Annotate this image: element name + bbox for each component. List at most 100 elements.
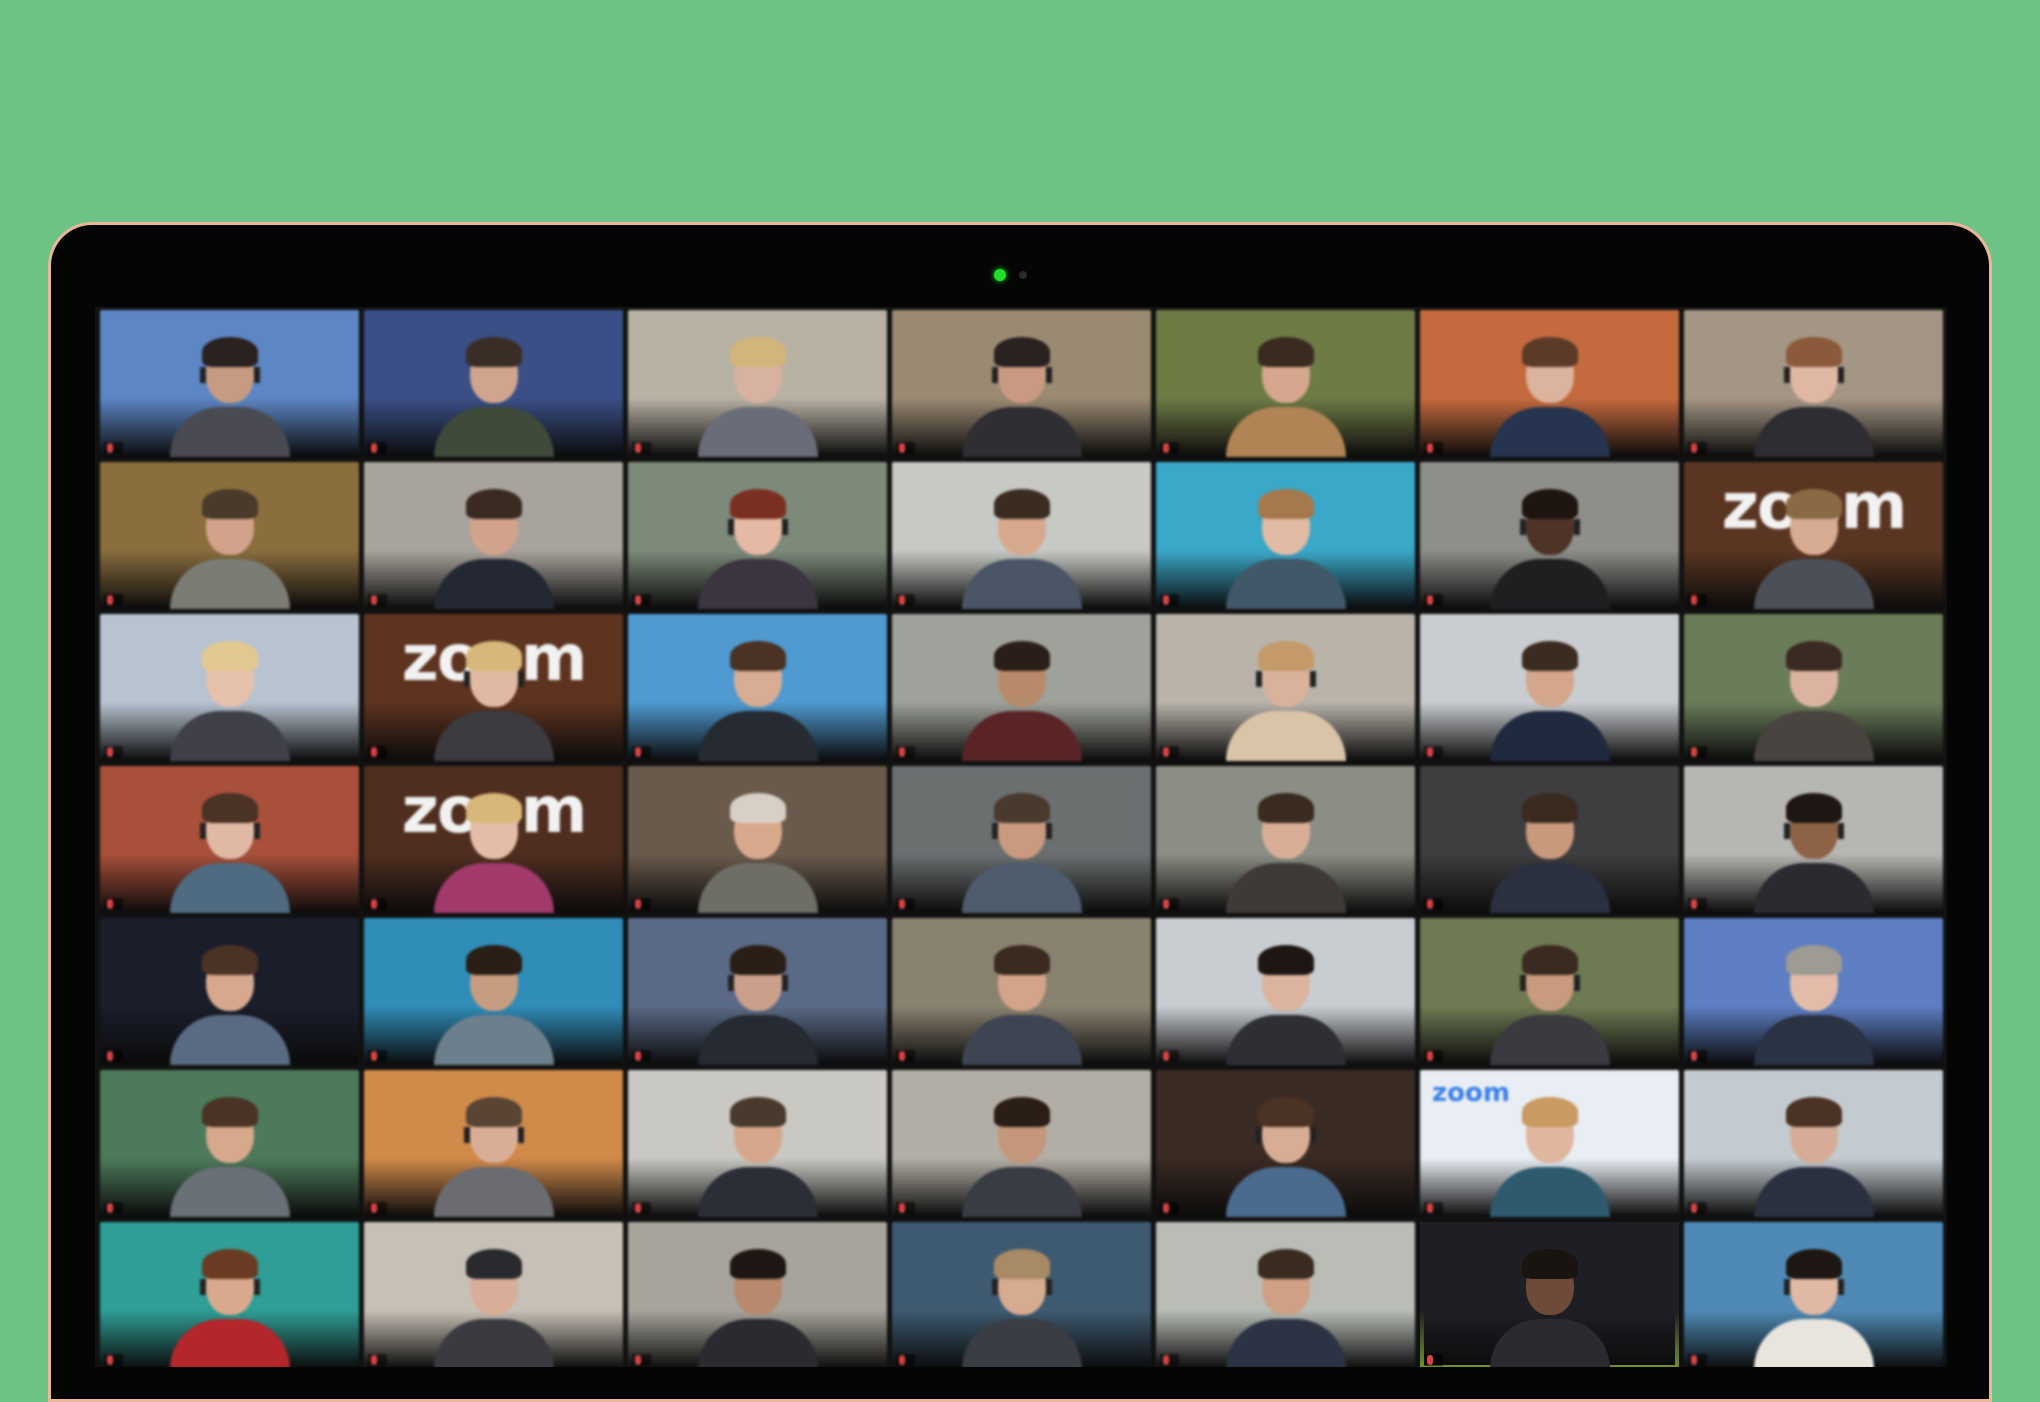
participant-name-label [104,594,123,606]
participant-video-tile[interactable] [892,310,1151,457]
participant-video-tile[interactable] [628,614,887,761]
headset-icon [463,671,524,687]
participant-video-tile[interactable] [100,918,359,1065]
muted-mic-icon [107,1203,113,1213]
muted-mic-icon [899,1203,905,1213]
participant-video-tile[interactable]: zoom [1420,1070,1679,1217]
participant-video-tile[interactable] [892,614,1151,761]
participant-video-tile[interactable] [100,462,359,609]
participant-video-tile[interactable] [1156,310,1415,457]
participant-video-tile[interactable] [1156,614,1415,761]
participant-video-tile[interactable] [364,918,623,1065]
participant-name-label [896,442,915,454]
participant-video-tile[interactable] [1420,918,1679,1065]
participant-name-label [1688,442,1707,454]
participant-name-label [1160,594,1179,606]
muted-mic-icon [107,899,113,909]
participant-video-tile[interactable] [1420,310,1679,457]
participant-name-label [1424,442,1443,454]
participant-figure [697,1087,818,1217]
laptop-frame: zoomzoomzoomzoom [48,222,1992,1402]
participant-name-label [632,1050,651,1062]
participant-figure [697,479,818,609]
participant-video-tile[interactable] [1684,766,1943,913]
participant-figure [1225,1087,1346,1217]
participant-figure [169,935,290,1065]
participant-video-tile[interactable] [100,766,359,913]
participant-video-tile[interactable] [1156,462,1415,609]
participant-video-tile[interactable] [628,462,887,609]
participant-figure [169,783,290,913]
muted-mic-icon [1163,1203,1169,1213]
participant-video-tile[interactable] [892,1222,1151,1367]
participant-name-label [896,746,915,758]
muted-mic-icon [1427,443,1433,453]
participant-video-tile[interactable] [1684,310,1943,457]
participant-figure [1489,1239,1610,1367]
muted-mic-icon [1427,595,1433,605]
participant-video-tile[interactable] [892,462,1151,609]
participant-video-tile[interactable] [364,462,623,609]
headset-icon [1255,671,1316,687]
laptop-screen: zoomzoomzoomzoom [95,307,1947,1367]
participant-figure [1489,783,1610,913]
muted-mic-icon [1427,1355,1433,1365]
participant-name-label [1688,1354,1707,1366]
participant-video-tile[interactable] [892,918,1151,1065]
muted-mic-icon [1163,443,1169,453]
muted-mic-icon [1427,747,1433,757]
participant-video-tile[interactable] [1684,1222,1943,1367]
participant-name-label [1688,1202,1707,1214]
participant-video-tile[interactable] [1420,766,1679,913]
muted-mic-icon [635,747,641,757]
muted-mic-icon [107,443,113,453]
participant-name-label [632,898,651,910]
participant-video-tile[interactable] [100,310,359,457]
participant-figure [697,631,818,761]
headset-icon [1255,1127,1316,1143]
participant-video-tile[interactable] [1684,1070,1943,1217]
participant-video-tile[interactable] [100,614,359,761]
participant-video-tile[interactable] [1684,614,1943,761]
participant-video-tile[interactable] [364,310,623,457]
participant-video-tile[interactable] [100,1222,359,1367]
participant-name-label [1424,898,1443,910]
participant-video-tile[interactable] [1156,1222,1415,1367]
participant-name-label [1688,1050,1707,1062]
participant-video-tile[interactable] [628,310,887,457]
participant-video-tile[interactable] [364,1070,623,1217]
muted-mic-icon [635,1203,641,1213]
participant-video-tile[interactable] [1420,1222,1679,1367]
muted-mic-icon [899,899,905,909]
participant-video-tile[interactable] [892,1070,1151,1217]
participant-video-tile[interactable] [892,766,1151,913]
headset-icon [1783,823,1844,839]
participant-video-tile[interactable] [628,766,887,913]
participant-name-label [1424,1050,1443,1062]
muted-mic-icon [371,747,377,757]
participant-video-tile[interactable] [1420,462,1679,609]
participant-video-tile[interactable] [1156,766,1415,913]
participant-video-tile[interactable]: zoom [364,614,623,761]
headset-icon [991,367,1052,383]
participant-video-tile[interactable] [1156,1070,1415,1217]
muted-mic-icon [107,1355,113,1365]
participant-video-tile[interactable] [100,1070,359,1217]
participant-name-label [632,442,651,454]
participant-video-tile[interactable] [1420,614,1679,761]
participant-video-tile[interactable] [628,918,887,1065]
participant-video-tile[interactable] [1684,918,1943,1065]
muted-mic-icon [371,595,377,605]
headset-icon [727,519,788,535]
participant-figure [1489,631,1610,761]
muted-mic-icon [1163,747,1169,757]
participant-name-label [368,594,387,606]
participant-video-tile[interactable] [628,1222,887,1367]
participant-figure [961,631,1082,761]
participant-video-tile[interactable]: zoom [364,766,623,913]
participant-video-tile[interactable] [364,1222,623,1367]
participant-video-tile[interactable] [628,1070,887,1217]
participant-video-tile[interactable] [1156,918,1415,1065]
participant-video-tile[interactable]: zoom [1684,462,1943,609]
participant-figure [961,783,1082,913]
